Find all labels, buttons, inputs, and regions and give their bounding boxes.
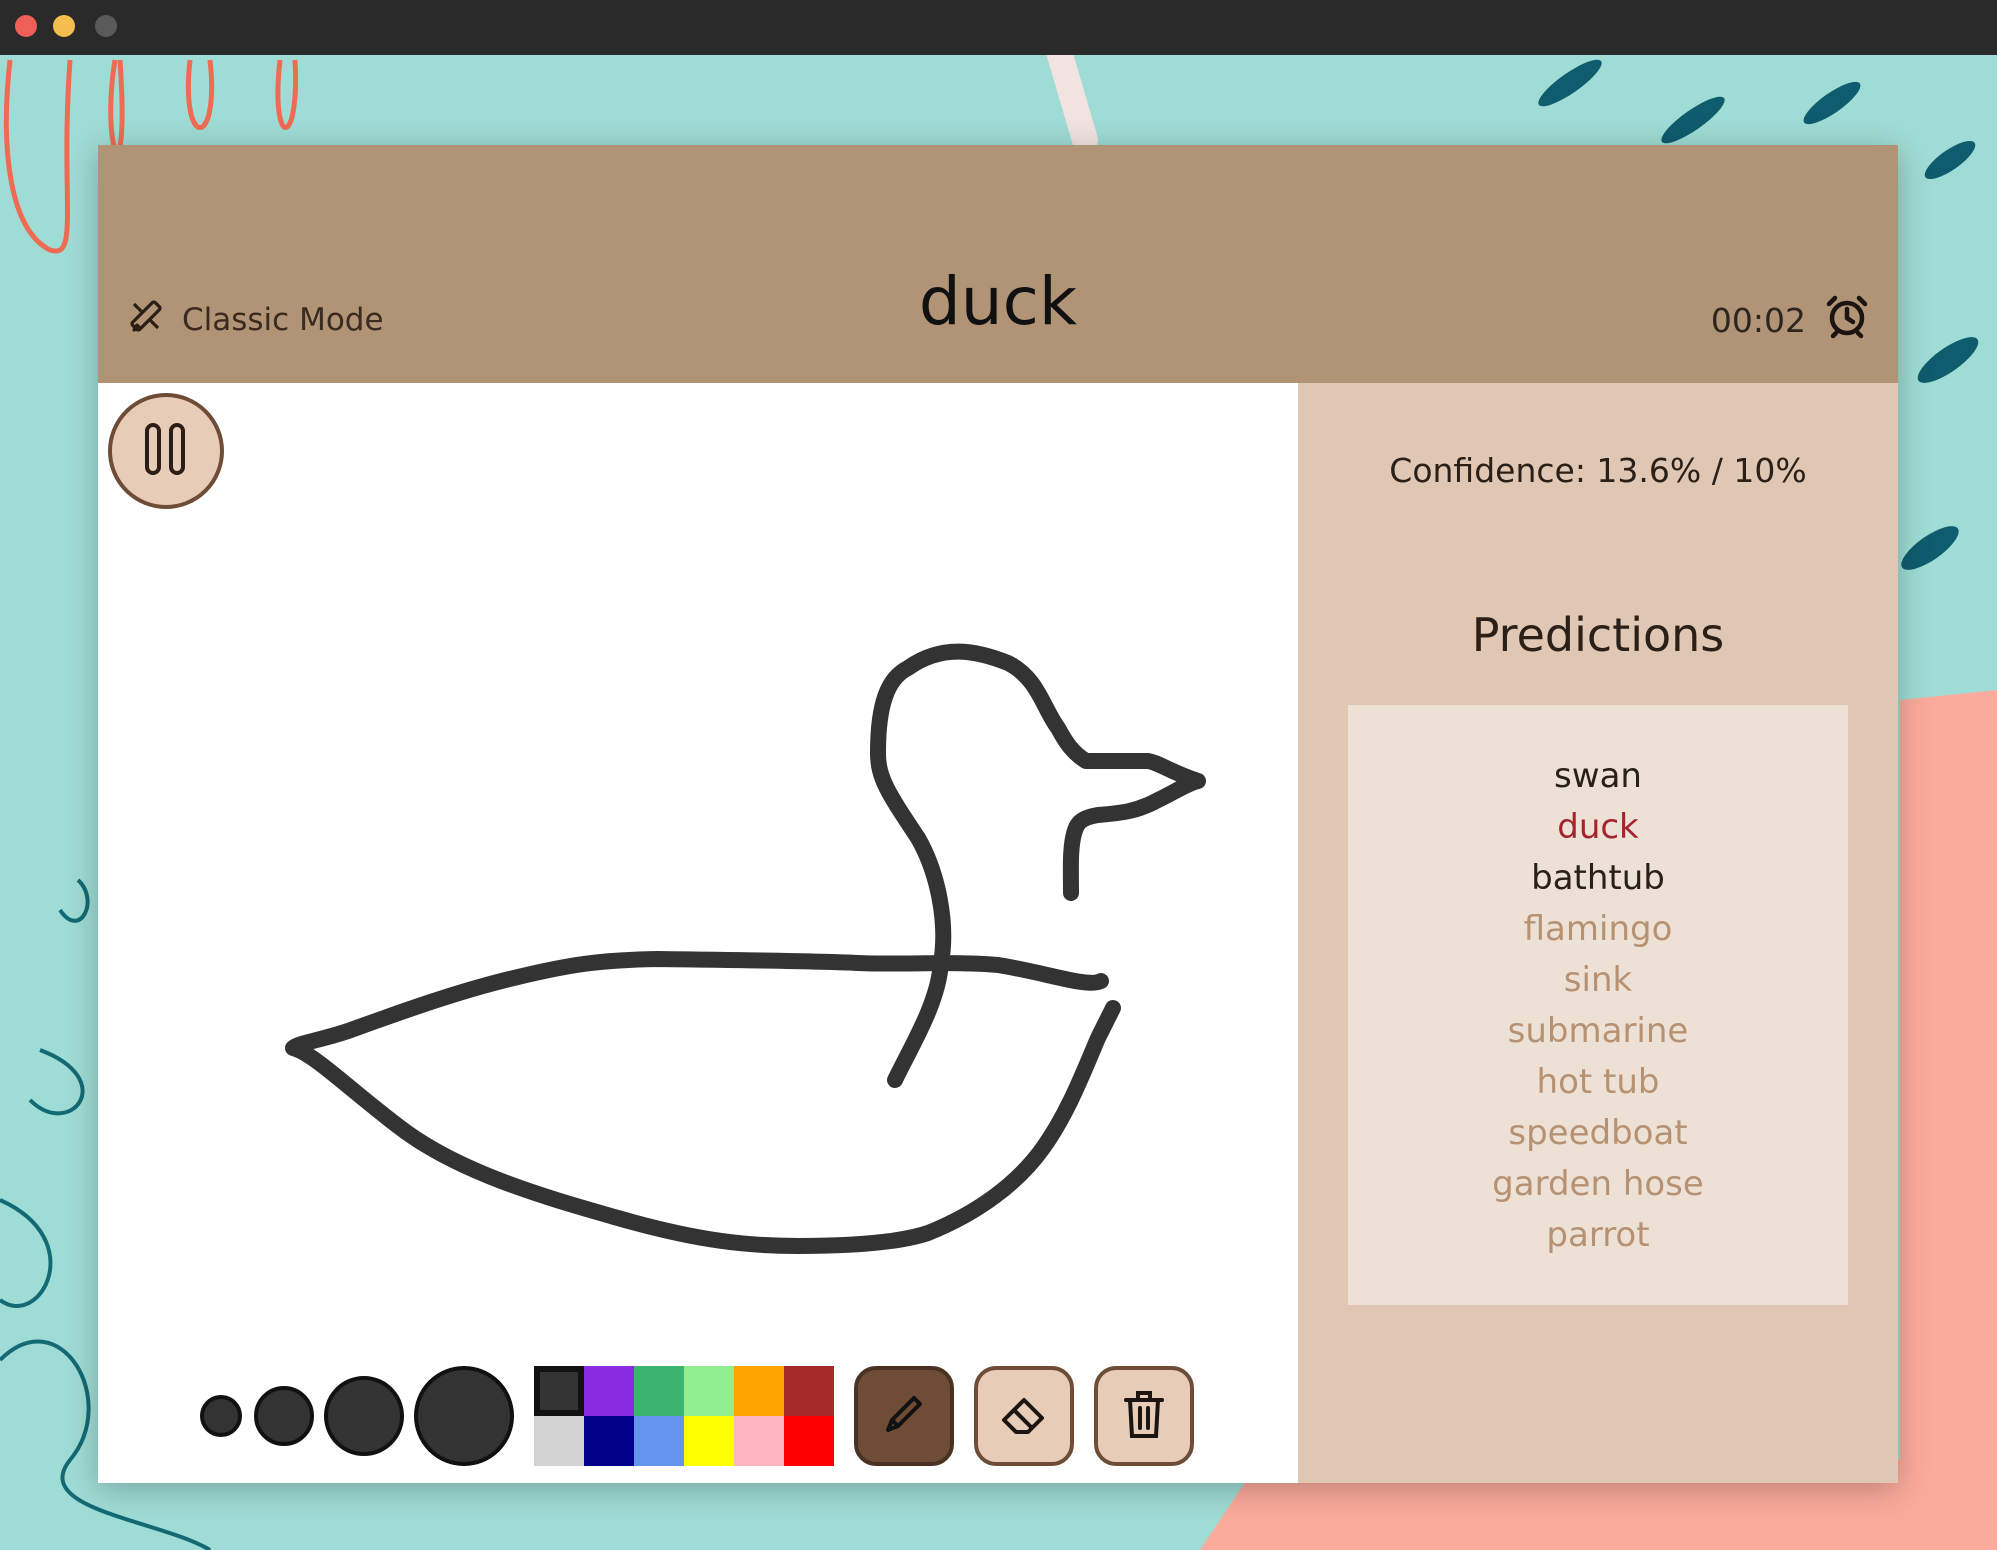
- prediction-item: duck: [1557, 807, 1639, 847]
- brush-size-extra-large[interactable]: [414, 1366, 514, 1466]
- color-swatch[interactable]: [684, 1416, 734, 1466]
- pause-icon: [142, 421, 190, 481]
- predictions-list: swan duck bathtub flamingo sink submarine hot …: [1348, 705, 1848, 1261]
- pencil-tool-button[interactable]: [854, 1366, 954, 1466]
- drawing-canvas[interactable]: [98, 383, 1298, 1483]
- color-swatch[interactable]: [784, 1416, 834, 1466]
- pencil-ruler-icon: [126, 296, 166, 344]
- pencil-icon: [878, 1388, 930, 1444]
- brush-size-medium[interactable]: [254, 1386, 314, 1446]
- prediction-item: swan: [1554, 756, 1642, 796]
- prediction-item: garden hose: [1492, 1164, 1704, 1204]
- color-swatch[interactable]: [534, 1416, 584, 1466]
- prediction-item: hot tub: [1536, 1062, 1660, 1102]
- trash-icon: [1120, 1386, 1168, 1446]
- game-mode: Classic Mode: [126, 300, 384, 340]
- timer-value: 00:02: [1710, 300, 1806, 340]
- brush-size-small[interactable]: [200, 1395, 242, 1437]
- prediction-panel: Confidence: 13.6% / 10% Predictions swan…: [1298, 383, 1898, 1483]
- window-titlebar: [0, 0, 1997, 55]
- color-swatch[interactable]: [584, 1416, 634, 1466]
- color-swatch[interactable]: [634, 1416, 684, 1466]
- prediction-item: sink: [1563, 960, 1633, 1000]
- clear-canvas-button[interactable]: [1094, 1366, 1194, 1466]
- zoom-window-button[interactable]: [95, 15, 117, 37]
- confidence-readout: Confidence: 13.6% / 10%: [1389, 451, 1807, 490]
- minimize-window-button[interactable]: [53, 15, 75, 37]
- predictions-heading: Predictions: [1471, 608, 1725, 662]
- game-mode-label: Classic Mode: [182, 302, 384, 338]
- color-swatch[interactable]: [684, 1366, 734, 1416]
- color-swatch[interactable]: [584, 1366, 634, 1416]
- duck-sketch: [285, 643, 1206, 1254]
- color-swatch[interactable]: [634, 1366, 684, 1416]
- prediction-item: parrot: [1546, 1215, 1650, 1255]
- color-swatch[interactable]: [534, 1366, 584, 1416]
- close-window-button[interactable]: [15, 15, 37, 37]
- prediction-item: submarine: [1507, 1011, 1689, 1051]
- drawing-toolbar: [198, 1363, 1194, 1469]
- eraser-icon: [996, 1386, 1052, 1446]
- prediction-item: bathtub: [1531, 858, 1665, 898]
- eraser-tool-button[interactable]: [974, 1366, 1074, 1466]
- color-swatch[interactable]: [734, 1366, 784, 1416]
- header: Classic Mode duck 00:02: [98, 145, 1898, 383]
- color-swatch[interactable]: [734, 1416, 784, 1466]
- brush-size-large[interactable]: [324, 1376, 404, 1456]
- prediction-item: speedboat: [1508, 1113, 1688, 1153]
- color-palette: [534, 1366, 834, 1466]
- timer: 00:02: [1710, 295, 1870, 343]
- color-swatch[interactable]: [784, 1366, 834, 1416]
- pause-button[interactable]: [108, 393, 224, 509]
- predictions-box: swan duck bathtub flamingo sink submarine hot …: [1348, 705, 1848, 1305]
- prediction-item: flamingo: [1523, 909, 1673, 949]
- alarm-clock-icon: [1824, 293, 1870, 347]
- game-window: Classic Mode duck 00:02 Confidence: 13.6…: [98, 145, 1898, 1483]
